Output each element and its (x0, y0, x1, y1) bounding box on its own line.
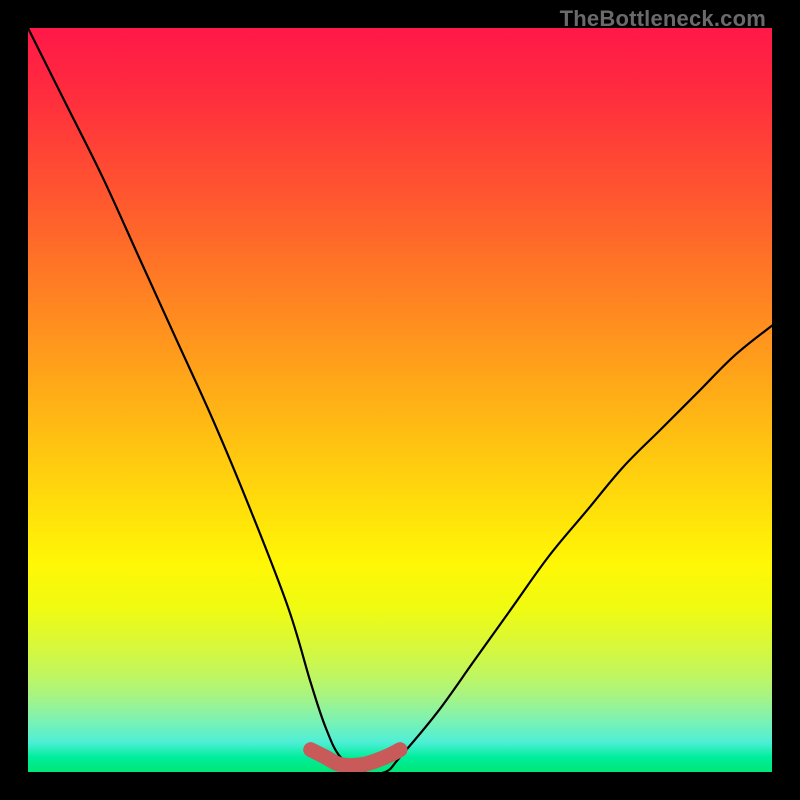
optimal-flat-segment (311, 750, 400, 766)
curve-layer (28, 28, 772, 772)
bottleneck-curve (28, 28, 772, 772)
chart-frame: TheBottleneck.com (0, 0, 800, 800)
plot-area (28, 28, 772, 772)
